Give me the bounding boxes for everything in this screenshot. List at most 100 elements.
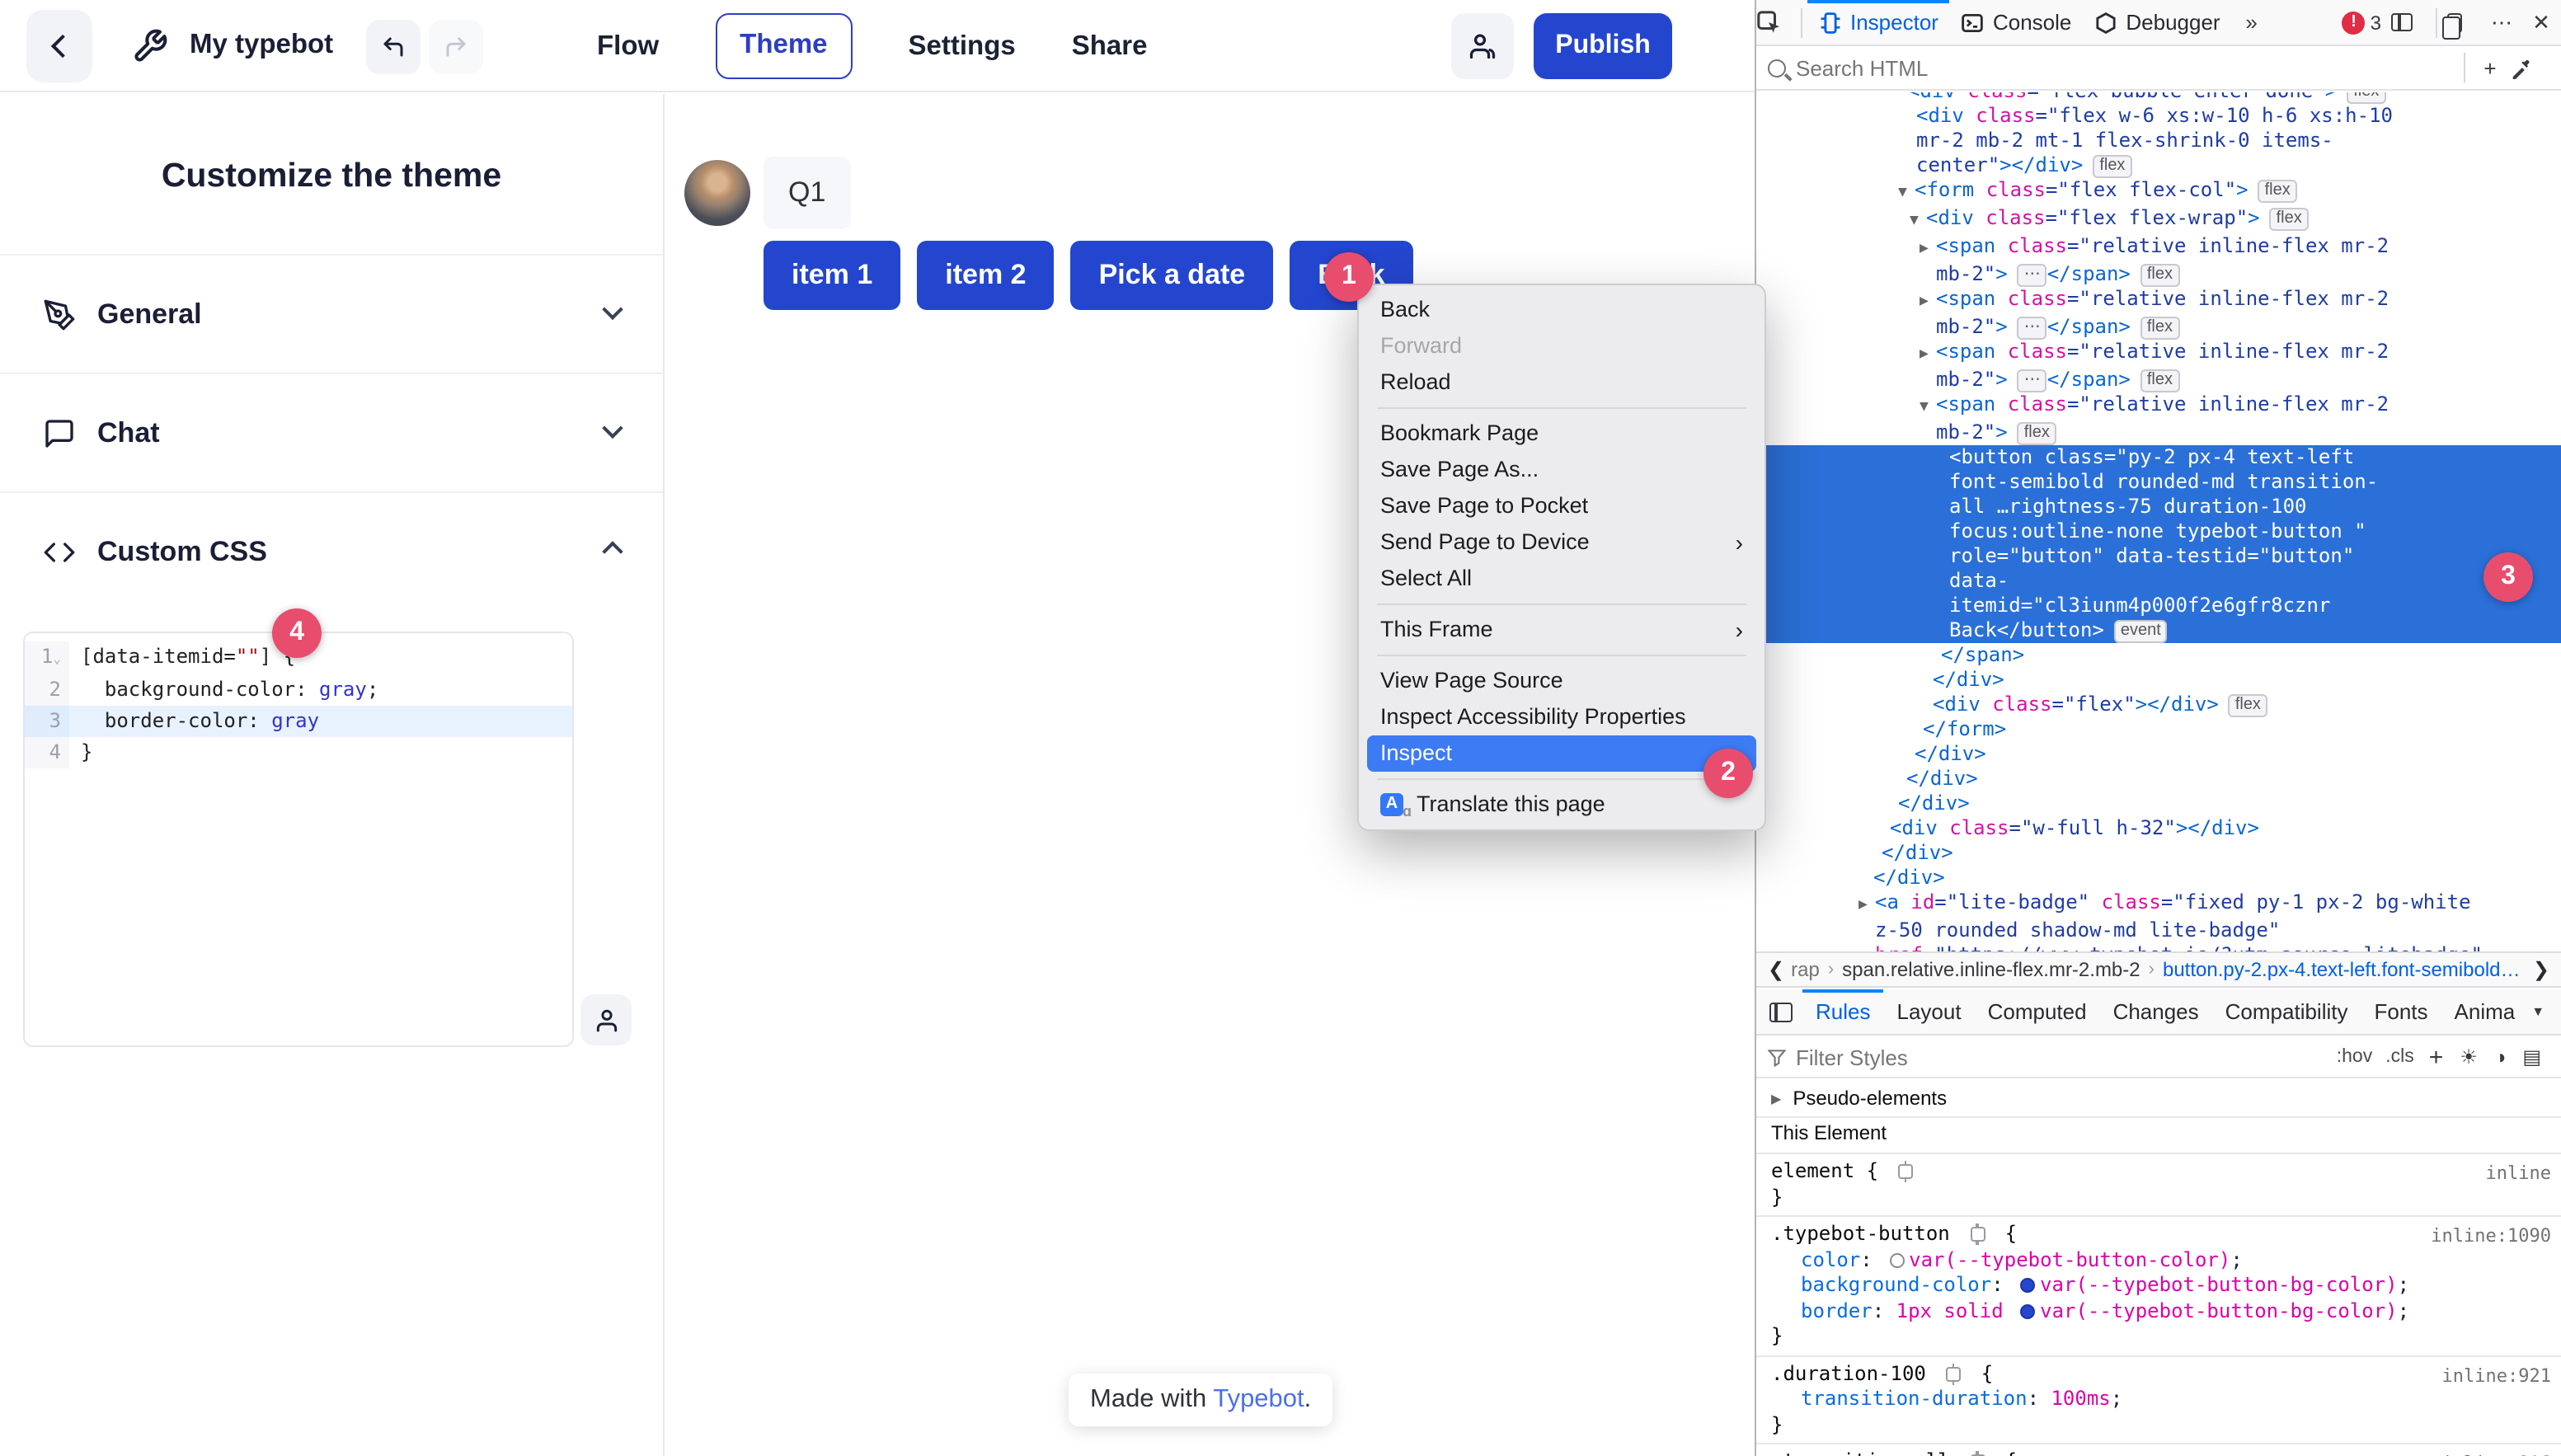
css-rule[interactable]: inline:1090.typebot-button {color: var(-… — [1756, 1215, 2561, 1355]
choice-button-2[interactable]: item 2 — [917, 241, 1054, 310]
menu-item-back[interactable]: Back — [1359, 292, 1765, 328]
highlight-target-icon[interactable] — [1970, 1227, 1985, 1242]
rules-tab-computed[interactable]: Computed — [1975, 989, 2100, 1034]
tabs-dropdown-icon[interactable]: ▼ — [2531, 1004, 2545, 1019]
tree-row[interactable]: <div class="flex bubble enter done">flex — [1756, 92, 2561, 104]
rules-tab-anima[interactable]: Anima — [2441, 989, 2529, 1034]
editor-line-3[interactable]: 3 border-color: gray — [25, 706, 572, 737]
expand-arrow-icon[interactable]: ▶ — [1920, 343, 1936, 368]
selected-element-row[interactable]: <button class="py-2 px-4 text-leftfont-s… — [1756, 445, 2561, 643]
menu-item-translate-this-page[interactable]: AɑTranslate this page — [1359, 787, 1765, 823]
collapse-arrow-icon[interactable]: ▼ — [1920, 396, 1936, 420]
breadcrumb-item[interactable]: rap — [1791, 958, 1820, 981]
typebot-link[interactable]: Typebot — [1213, 1385, 1304, 1413]
tree-row[interactable]: </div> — [1756, 841, 2561, 866]
expand-arrow-icon[interactable]: ▶ — [1920, 290, 1936, 315]
rules-tab-changes[interactable]: Changes — [2100, 989, 2212, 1034]
pseudo-elements-row[interactable]: ▶ Pseudo-elements — [1756, 1080, 2561, 1118]
rule-source-link[interactable]: inline:921 — [2442, 1363, 2551, 1388]
menu-item-send-page-to-device[interactable]: Send Page to Device› — [1359, 524, 1765, 561]
class-toggle[interactable]: .cls — [2385, 1047, 2414, 1067]
filter-styles-input[interactable] — [1796, 1045, 2330, 1069]
add-rule-button[interactable]: + — [2429, 1043, 2444, 1071]
publish-button[interactable]: Publish — [1534, 13, 1672, 79]
menu-item-save-page-to-pocket[interactable]: Save Page to Pocket — [1359, 488, 1765, 524]
rule-source-link[interactable]: inline:1090 — [2431, 1224, 2551, 1249]
rules-tab-layout[interactable]: Layout — [1884, 989, 1975, 1034]
color-swatch[interactable] — [1889, 1252, 1904, 1267]
rule-source-link[interactable]: inline — [2486, 1161, 2552, 1186]
element-picker-button[interactable] — [1756, 10, 1796, 35]
tree-row[interactable]: ▶<span class="relative inline-flex mr-2m… — [1756, 340, 2561, 392]
color-swatch[interactable] — [2020, 1278, 2035, 1293]
rules-tab-rules[interactable]: Rules — [1802, 989, 1884, 1034]
custom-css-editor[interactable]: 1⌄[data-itemid=""] {2 background-color: … — [23, 632, 574, 1047]
tree-row[interactable]: ▶<span class="relative inline-flex mr-2m… — [1756, 287, 2561, 340]
choice-button-1[interactable]: item 1 — [764, 241, 900, 310]
typebot-title[interactable]: My typebot — [190, 30, 333, 61]
tree-row[interactable]: ▼<form class="flex flex-col">flex — [1756, 178, 2561, 206]
choice-button-3[interactable]: Pick a date — [1071, 241, 1274, 310]
tab-share[interactable]: Share — [1072, 31, 1148, 62]
eyedropper-button[interactable] — [2510, 57, 2549, 78]
css-rule[interactable]: inline:921.duration-100 {transition-dura… — [1756, 1355, 2561, 1443]
tab-settings[interactable]: Settings — [909, 31, 1016, 62]
search-html-input[interactable] — [1796, 55, 2459, 80]
tree-row[interactable]: <div class="w-full h-32"></div> — [1756, 816, 2561, 841]
back-button[interactable] — [26, 10, 92, 82]
tab-theme[interactable]: Theme — [715, 13, 852, 79]
highlight-target-icon[interactable] — [1946, 1366, 1961, 1381]
devtools-tab-debugger[interactable]: Debugger — [2083, 0, 2231, 45]
collapsed-content-icon[interactable]: ⋯ — [2018, 369, 2047, 392]
sidebar-toggle-icon[interactable] — [1769, 1002, 1793, 1022]
flex-badge[interactable]: flex — [2140, 317, 2179, 340]
rule-source-link[interactable]: inline:916 — [2442, 1451, 2551, 1456]
editor-line-4[interactable]: 4} — [25, 737, 572, 768]
collapse-arrow-icon[interactable]: ▼ — [1898, 181, 1915, 206]
tree-row[interactable]: <div class="flex w-6 xs:w-10 h-6 xs:h-10… — [1756, 104, 2561, 178]
light-theme-sim-button[interactable]: ☀ — [2460, 1045, 2478, 1069]
print-sim-button[interactable]: ▤ — [2522, 1045, 2541, 1069]
flex-badge[interactable]: flex — [2270, 208, 2309, 231]
devtools-more-button[interactable]: ⋯ — [2482, 9, 2521, 35]
menu-item-bookmark-page[interactable]: Bookmark Page — [1359, 416, 1765, 452]
breadcrumb-item[interactable]: span.relative.inline-flex.mr-2.mb-2 — [1842, 958, 2140, 981]
menu-item-view-page-source[interactable]: View Page Source — [1359, 663, 1765, 699]
tree-row[interactable]: ▼<span class="relative inline-flex mr-2m… — [1756, 392, 2561, 445]
menu-item-this-frame[interactable]: This Frame› — [1359, 612, 1765, 648]
tab-flow[interactable]: Flow — [597, 31, 659, 62]
menu-item-inspect[interactable]: Inspect — [1367, 735, 1756, 772]
collapsed-content-icon[interactable]: ⋯ — [2018, 317, 2047, 340]
flex-badge[interactable]: flex — [2258, 180, 2297, 203]
hover-toggle[interactable]: :hov — [2337, 1047, 2373, 1067]
tree-row[interactable]: ▼<div class="flex flex-wrap">flex — [1756, 206, 2561, 234]
tree-row[interactable]: ▶<span class="relative inline-flex mr-2m… — [1756, 234, 2561, 287]
event-badge[interactable]: event — [2114, 620, 2168, 643]
flex-badge[interactable]: flex — [2093, 155, 2131, 178]
breadcrumb-back-arrow[interactable]: ❮ — [1761, 958, 1791, 981]
collapse-arrow-icon[interactable]: ▼ — [1910, 209, 1926, 234]
highlight-target-icon[interactable] — [1899, 1164, 1914, 1179]
css-rule[interactable]: inlineelement { } — [1756, 1153, 2561, 1215]
expand-arrow-icon[interactable]: ▶ — [1920, 237, 1936, 262]
expand-arrow-icon[interactable]: ▶ — [1858, 894, 1875, 918]
error-badge-icon[interactable]: ! — [2342, 11, 2366, 34]
rules-list[interactable]: inlineelement { }inline:1090.typebot-but… — [1756, 1153, 2561, 1456]
menu-item-select-all[interactable]: Select All — [1359, 561, 1765, 597]
breadcrumb-forward-arrow[interactable]: ❯ — [2526, 958, 2556, 981]
devtools-tab-console[interactable]: Console — [1950, 0, 2083, 45]
menu-item-save-page-as[interactable]: Save Page As... — [1359, 452, 1765, 488]
rules-tab-fonts[interactable]: Fonts — [2361, 989, 2441, 1034]
dark-theme-sim-button[interactable]: ◑ — [2494, 1045, 2507, 1069]
tree-row[interactable]: </div> — [1756, 767, 2561, 791]
tree-row[interactable]: </form> — [1756, 717, 2561, 742]
tree-row[interactable]: </div> — [1756, 668, 2561, 693]
tree-row[interactable]: </div> — [1756, 866, 2561, 890]
redo-button[interactable] — [429, 20, 483, 74]
flex-badge[interactable]: flex — [2018, 422, 2056, 445]
tree-row[interactable]: </div> — [1756, 791, 2561, 816]
flex-badge[interactable]: flex — [2229, 694, 2267, 717]
tree-row[interactable]: </span> — [1756, 643, 2561, 668]
devtools-close-button[interactable]: ✕ — [2521, 9, 2561, 35]
editor-line-2[interactable]: 2 background-color: gray; — [25, 674, 572, 706]
